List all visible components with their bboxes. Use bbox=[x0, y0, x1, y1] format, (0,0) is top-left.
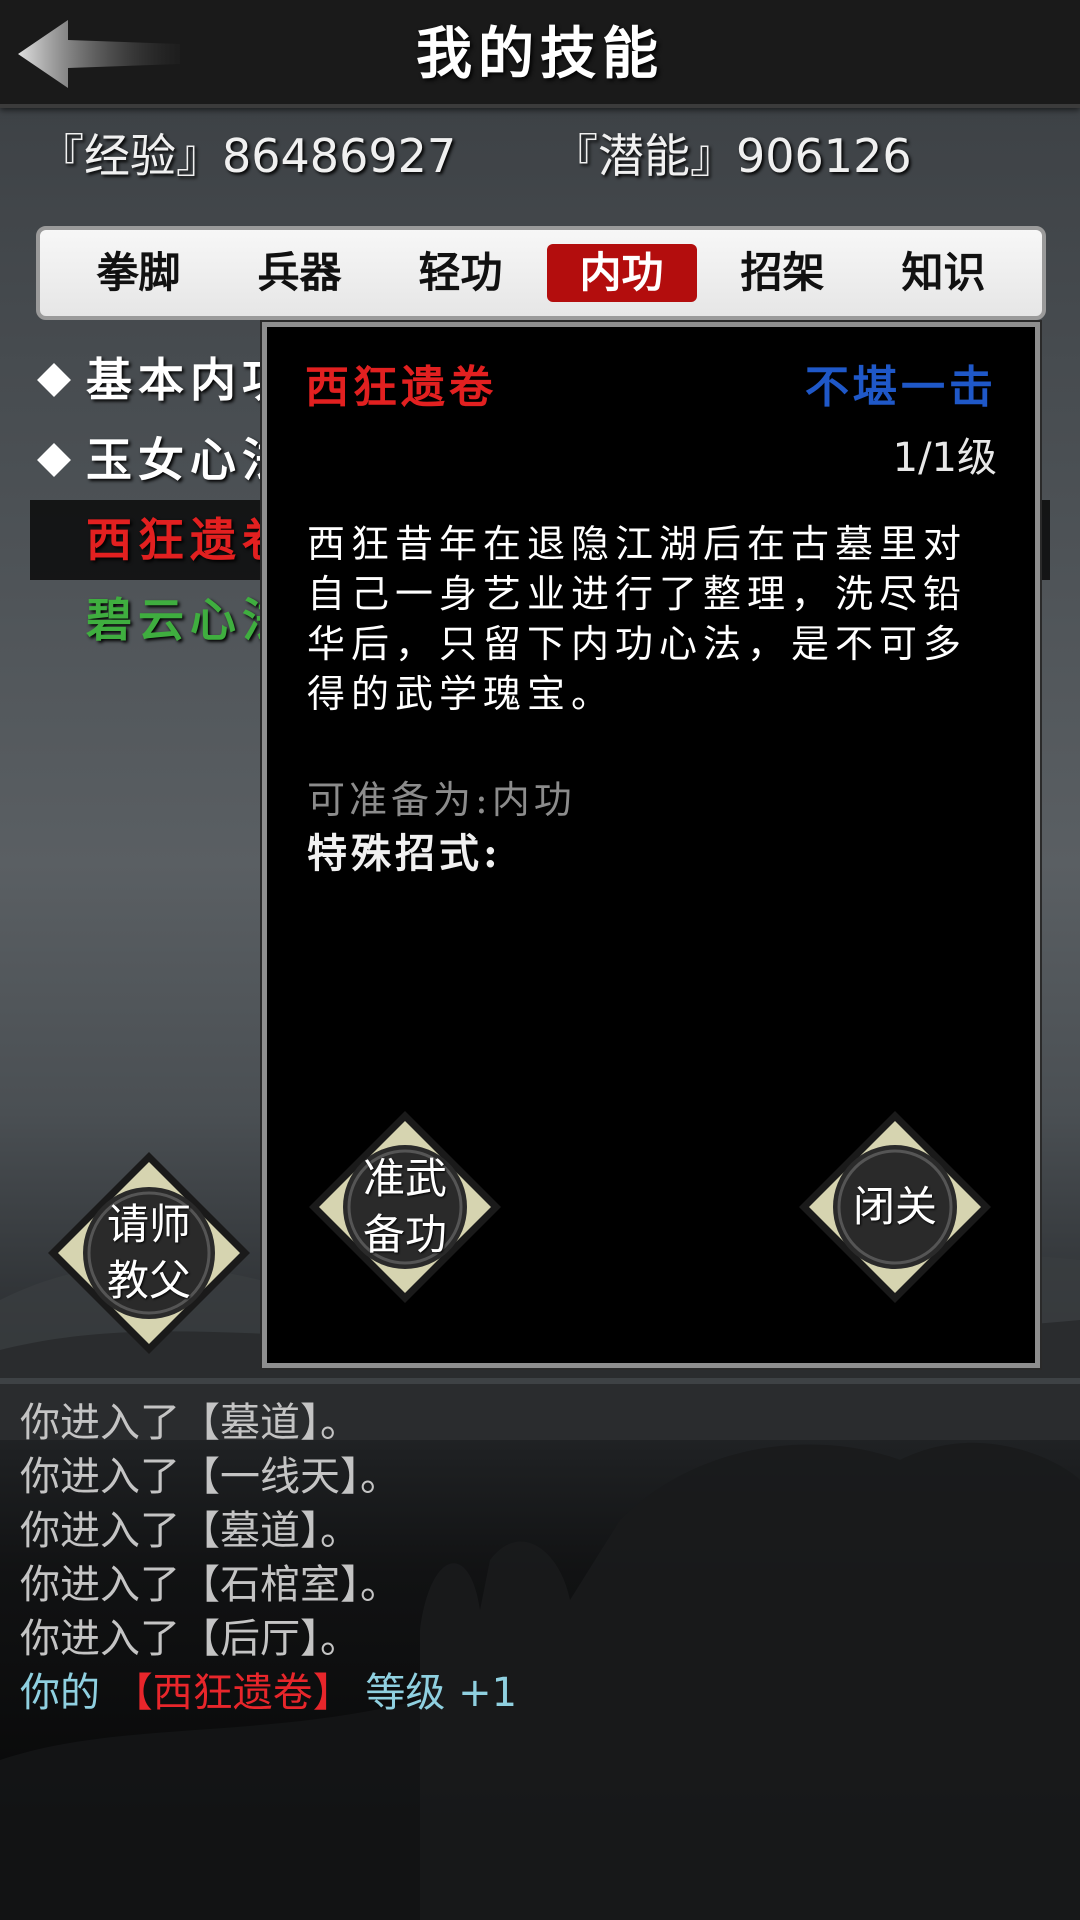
tab-parry[interactable]: 招架 bbox=[708, 244, 858, 302]
skill-detail-popup: 西狂遗卷 不堪一击 1/1级 西狂昔年在退隐江湖后在古墓里对自己一身艺业进行了整… bbox=[262, 322, 1040, 1368]
log-line: 你进入了【墓道】。 bbox=[20, 1400, 360, 1446]
potential-value: 906126 bbox=[736, 129, 912, 183]
log-line: 你进入了【后厅】。 bbox=[20, 1616, 360, 1662]
popup-skill-description: 西狂昔年在退隐江湖后在古墓里对自己一身艺业进行了整理，洗尽铅华后，只留下内功心法… bbox=[307, 522, 968, 716]
log-line: 你进入了【墓道】。 bbox=[20, 1508, 360, 1554]
experience-label: 『经验』 bbox=[38, 129, 222, 183]
popup-prep-text: 可准备为:内功 bbox=[307, 778, 576, 822]
log-divider bbox=[0, 1378, 1080, 1384]
ask-teacher-line1: 请师 bbox=[106, 1200, 191, 1249]
prepare-line1: 准武 bbox=[362, 1154, 447, 1203]
potential-label: 『潜能』 bbox=[552, 129, 736, 183]
potential-stat: 『潜能』906126 bbox=[552, 118, 912, 194]
popup-skill-name: 西狂遗卷 bbox=[305, 362, 497, 413]
tab-weapon[interactable]: 兵器 bbox=[225, 244, 375, 302]
prepare-skill-button[interactable]: 准武 备功 bbox=[305, 1107, 505, 1307]
tab-fist[interactable]: 拳脚 bbox=[64, 244, 214, 302]
log-level-prefix: 你的 bbox=[20, 1670, 113, 1716]
back-arrow-icon[interactable] bbox=[14, 14, 184, 94]
experience-stat: 『经验』86486927 bbox=[38, 118, 456, 194]
log-level-skill: 【西狂遗卷】 bbox=[112, 1670, 353, 1716]
ask-teacher-line2: 教父 bbox=[106, 1256, 191, 1305]
tab-knowledge[interactable]: 知识 bbox=[869, 244, 1019, 302]
experience-value: 86486927 bbox=[222, 129, 457, 183]
message-log: 你进入了【墓道】。 你进入了【一线天】。 你进入了【墓道】。 你进入了【石棺室】… bbox=[20, 1396, 1060, 1720]
diamond-bullet-icon bbox=[37, 363, 71, 397]
seclusion-label: 闭关 bbox=[852, 1182, 937, 1231]
diamond-bullet-icon bbox=[37, 443, 71, 477]
log-level-up-line: 你的 【西狂遗卷】 等级 +1 bbox=[20, 1666, 1060, 1720]
tab-lightness[interactable]: 轻功 bbox=[386, 244, 536, 302]
popup-skill-rank: 不堪一击 bbox=[805, 362, 997, 413]
seclusion-button[interactable]: 闭关 bbox=[795, 1107, 995, 1307]
tab-inner-force[interactable]: 内功 bbox=[546, 244, 697, 302]
ask-teacher-button[interactable]: 请师 教父 bbox=[44, 1148, 254, 1358]
popup-special-moves-label: 特殊招式: bbox=[307, 830, 502, 877]
header-bar: 我的技能 bbox=[0, 0, 1080, 108]
skill-category-tabs: 拳脚 兵器 轻功 内功 招架 知识 bbox=[36, 226, 1046, 320]
log-line: 你进入了【石棺室】。 bbox=[20, 1562, 400, 1608]
log-level-suffix: 等级 +1 bbox=[352, 1670, 518, 1716]
popup-skill-level: 1/1级 bbox=[892, 435, 997, 481]
prepare-line2: 备功 bbox=[362, 1210, 447, 1259]
log-line: 你进入了【一线天】。 bbox=[20, 1454, 400, 1500]
